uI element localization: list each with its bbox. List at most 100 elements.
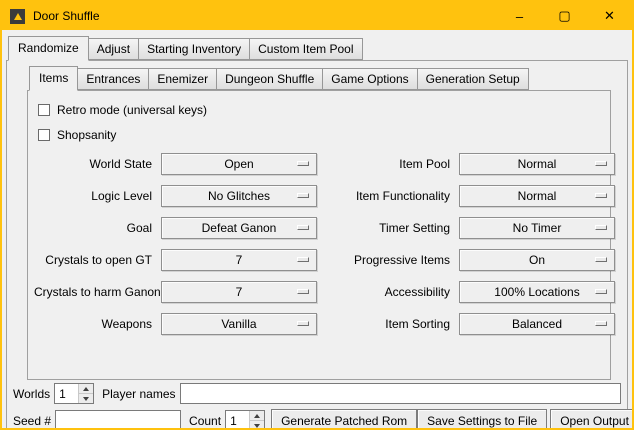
goal-dropdown[interactable]: Defeat Ganon [161,217,317,239]
world-state-dropdown[interactable]: Open [161,153,317,175]
item-sorting-value: Balanced [512,317,562,331]
item-pool-value: Normal [518,157,557,171]
dropdown-indicator-icon [297,225,309,230]
dropdown-indicator-icon [595,321,607,326]
crystals-ganon-value: 7 [236,285,243,299]
crystals-gt-label: Crystals to open GT [34,253,152,267]
chevron-down-icon [254,424,260,428]
save-settings-button[interactable]: Save Settings to File [417,409,547,430]
accessibility-dropdown[interactable]: 100% Locations [459,281,615,303]
settings-grid: World State Open Item Pool Normal Logic … [34,153,606,335]
worlds-spin-up-button[interactable] [79,384,93,393]
chevron-down-icon [83,397,89,401]
window-title: Door Shuffle [33,9,100,23]
item-pool-dropdown[interactable]: Normal [459,153,615,175]
count-spinbox[interactable]: 1 [225,410,265,430]
crystals-ganon-label: Crystals to harm Ganon [34,285,152,299]
count-label: Count [189,414,221,428]
player-names-input[interactable] [180,383,622,404]
dropdown-indicator-icon [595,289,607,294]
retro-mode-checkbox[interactable]: Retro mode (universal keys) [38,97,606,122]
chevron-up-icon [254,414,260,418]
randomize-pane: Items Entrances Enemizer Dungeon Shuffle… [6,60,628,430]
weapons-value: Vanilla [221,317,256,331]
tab-game-options[interactable]: Game Options [322,68,417,90]
item-functionality-label: Item Functionality [326,189,450,203]
count-spin-up-button[interactable] [250,411,264,420]
dropdown-indicator-icon [297,257,309,262]
open-output-directory-button[interactable]: Open Output Directory [550,409,634,430]
items-pane: Retro mode (universal keys) Shopsanity W… [27,90,611,380]
item-functionality-dropdown[interactable]: Normal [459,185,615,207]
worlds-spin-down-button[interactable] [79,393,93,403]
dropdown-indicator-icon [297,193,309,198]
goal-value: Defeat Ganon [202,221,277,235]
worlds-spin-arrows [78,384,93,403]
crystals-gt-value: 7 [236,253,243,267]
accessibility-value: 100% Locations [494,285,579,299]
accessibility-label: Accessibility [326,285,450,299]
dropdown-indicator-icon [595,225,607,230]
checkbox-icon [38,104,50,116]
tab-custom-item-pool[interactable]: Custom Item Pool [249,38,362,60]
maximize-button[interactable]: ▢ [542,2,587,30]
checkbox-icon [38,129,50,141]
checkbox-label: Retro mode (universal keys) [57,103,207,117]
dropdown-indicator-icon [595,193,607,198]
sub-tab-bar: Items Entrances Enemizer Dungeon Shuffle… [29,66,611,90]
worlds-value: 1 [55,384,78,403]
sub-notebook: Items Entrances Enemizer Dungeon Shuffle… [27,66,611,380]
crystals-ganon-dropdown[interactable]: 7 [161,281,317,303]
weapons-dropdown[interactable]: Vanilla [161,313,317,335]
tab-adjust[interactable]: Adjust [88,38,139,60]
seed-label: Seed # [13,414,51,428]
seed-input[interactable] [55,410,181,430]
tab-entrances[interactable]: Entrances [77,68,149,90]
tab-starting-inventory[interactable]: Starting Inventory [138,38,250,60]
chevron-up-icon [83,387,89,391]
timer-setting-dropdown[interactable]: No Timer [459,217,615,239]
dropdown-indicator-icon [595,161,607,166]
tab-dungeon-shuffle[interactable]: Dungeon Shuffle [216,68,323,90]
count-spin-arrows [249,411,264,430]
tab-randomize[interactable]: Randomize [8,36,89,61]
dropdown-indicator-icon [595,257,607,262]
progressive-items-dropdown[interactable]: On [459,249,615,271]
world-state-value: Open [224,157,253,171]
generate-row: Seed # Count 1 Generate Patched Rom Save… [13,409,621,430]
checkbox-label: Shopsanity [57,128,116,142]
tab-items[interactable]: Items [29,66,78,91]
logic-level-value: No Glitches [208,189,270,203]
door-shuffle-window: Door Shuffle – ▢ ✕ Randomize Adjust Star… [0,0,634,430]
worlds-row: Worlds 1 Player names [13,382,621,405]
world-state-label: World State [34,157,152,171]
count-value: 1 [226,411,249,430]
shopsanity-checkbox[interactable]: Shopsanity [38,122,606,147]
main-tab-bar: Randomize Adjust Starting Inventory Cust… [8,36,628,60]
logic-level-dropdown[interactable]: No Glitches [161,185,317,207]
worlds-spinbox[interactable]: 1 [54,383,94,404]
minimize-button[interactable]: – [497,2,542,30]
crystals-gt-dropdown[interactable]: 7 [161,249,317,271]
tab-enemizer[interactable]: Enemizer [148,68,217,90]
progressive-items-value: On [529,253,545,267]
item-functionality-value: Normal [518,189,557,203]
count-spin-down-button[interactable] [250,420,264,430]
titlebar[interactable]: Door Shuffle – ▢ ✕ [2,2,632,30]
timer-setting-value: No Timer [513,221,562,235]
close-button[interactable]: ✕ [587,2,632,30]
item-pool-label: Item Pool [326,157,450,171]
goal-label: Goal [34,221,152,235]
generate-patched-rom-button[interactable]: Generate Patched Rom [271,409,417,430]
item-sorting-label: Item Sorting [326,317,450,331]
dropdown-indicator-icon [297,321,309,326]
logic-level-label: Logic Level [34,189,152,203]
window-controls: – ▢ ✕ [497,2,632,30]
item-sorting-dropdown[interactable]: Balanced [459,313,615,335]
dropdown-indicator-icon [297,161,309,166]
window-body: Randomize Adjust Starting Inventory Cust… [2,30,632,428]
dropdown-indicator-icon [297,289,309,294]
tab-generation-setup[interactable]: Generation Setup [417,68,529,90]
player-names-label: Player names [102,387,175,401]
weapons-label: Weapons [34,317,152,331]
